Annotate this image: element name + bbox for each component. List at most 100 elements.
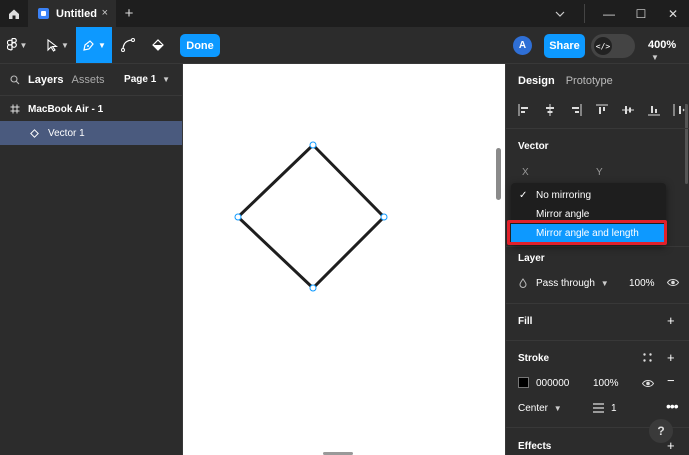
align-right-icon xyxy=(572,104,582,116)
tab-close-button[interactable]: × xyxy=(102,7,108,19)
stroke-styles-icon[interactable] xyxy=(643,353,652,362)
frame-icon xyxy=(10,104,20,114)
fill-section-title: Fill xyxy=(518,316,533,327)
left-panel-tabs: Layers Assets Page 1 ▼ xyxy=(0,64,182,96)
align-top-button[interactable] xyxy=(592,100,612,120)
stroke-weight-icon xyxy=(593,403,604,413)
layer-row-frame[interactable]: MacBook Air - 1 xyxy=(0,97,182,121)
dev-mode-toggle[interactable]: </> xyxy=(591,34,635,58)
layer-section-title: Layer xyxy=(518,253,545,264)
zoom-level: 400% xyxy=(648,39,677,51)
tabs-dropdown-button[interactable] xyxy=(544,0,576,27)
add-effect-button[interactable]: + xyxy=(667,439,675,452)
vector-shape[interactable] xyxy=(183,64,505,455)
minimize-button[interactable]: — xyxy=(593,0,625,27)
layer-label: Vector 1 xyxy=(48,127,85,139)
remove-stroke-button[interactable]: − xyxy=(667,374,675,387)
help-button[interactable]: ? xyxy=(649,419,673,443)
blend-mode-dropdown[interactable]: Pass through ▼ xyxy=(536,278,609,289)
figma-file-icon xyxy=(38,8,49,19)
chevron-down-icon: ▼ xyxy=(19,40,28,50)
menu-item-no-mirroring[interactable]: ✓ No mirroring xyxy=(511,186,666,205)
vector-point xyxy=(234,213,242,221)
layer-label: MacBook Air - 1 xyxy=(28,103,104,115)
menu-item-label: Mirror angle xyxy=(536,209,590,220)
tab-design[interactable]: Design xyxy=(518,75,555,87)
stroke-weight-input[interactable]: 1 xyxy=(611,403,617,414)
zoom-dropdown[interactable]: 400% ▼ xyxy=(648,39,689,63)
layers-panel: Layers Assets Page 1 ▼ MacBook Air - 1 V… xyxy=(0,64,183,455)
design-canvas[interactable] xyxy=(183,64,505,455)
figma-logo-icon xyxy=(6,38,17,51)
toolbar: ▼ ▼ ▼ Done A Share </> 400% ▼ xyxy=(0,27,689,64)
paint-bucket-icon xyxy=(152,39,164,51)
vertical-scrollbar[interactable] xyxy=(496,148,501,200)
right-panel-tabs: Design Prototype xyxy=(518,75,613,87)
window-controls: — ☐ ✕ xyxy=(544,0,689,27)
tab-title: Untitled xyxy=(56,7,97,20)
new-tab-button[interactable]: + xyxy=(116,0,142,27)
alignment-toolbar xyxy=(514,100,689,120)
pen-tool-button[interactable]: ▼ xyxy=(76,27,112,63)
page-selector[interactable]: Page 1 ▼ xyxy=(124,74,170,85)
eye-icon[interactable] xyxy=(642,379,654,388)
stroke-color-swatch[interactable] xyxy=(518,377,529,388)
tab-assets[interactable]: Assets xyxy=(71,74,104,86)
title-bar: Untitled × + — ☐ ✕ xyxy=(0,0,689,27)
add-stroke-button[interactable]: + xyxy=(667,351,675,364)
stroke-position-label: Center xyxy=(518,403,549,414)
align-center-v-icon xyxy=(622,106,634,114)
share-button[interactable]: Share xyxy=(544,34,585,58)
vector-point xyxy=(309,141,317,149)
stroke-opacity-input[interactable]: 100% xyxy=(593,378,619,389)
close-window-button[interactable]: ✕ xyxy=(657,0,689,27)
align-horizontal-center-button[interactable] xyxy=(540,100,560,120)
chevron-down-icon xyxy=(555,11,565,17)
tab-layers[interactable]: Layers xyxy=(28,74,63,86)
done-button[interactable]: Done xyxy=(180,34,220,57)
home-button[interactable] xyxy=(0,0,28,27)
file-tab[interactable]: Untitled × xyxy=(28,0,116,27)
chevron-down-icon: ▼ xyxy=(553,404,562,413)
stroke-position-dropdown[interactable]: Center ▼ xyxy=(518,403,562,414)
align-vertical-center-button[interactable] xyxy=(618,100,638,120)
chevron-down-icon: ▼ xyxy=(61,40,69,50)
align-bottom-button[interactable] xyxy=(644,100,664,120)
home-icon xyxy=(9,9,19,19)
y-label: Y xyxy=(596,167,603,178)
align-bottom-icon xyxy=(648,106,660,116)
align-left-button[interactable] xyxy=(514,100,534,120)
add-fill-button[interactable]: + xyxy=(667,314,675,327)
cursor-arrow-icon xyxy=(47,38,59,52)
stroke-color-hex[interactable]: 000000 xyxy=(536,378,569,389)
panel-scrollbar[interactable] xyxy=(685,104,688,184)
page-label: Page 1 xyxy=(124,74,157,85)
menu-item-label: No mirroring xyxy=(536,190,592,201)
divider xyxy=(506,303,689,304)
bend-tool-button[interactable] xyxy=(116,27,140,63)
move-tool-button[interactable]: ▼ xyxy=(44,27,72,63)
chevron-down-icon: ▼ xyxy=(651,53,659,62)
code-icon: </> xyxy=(594,37,612,55)
divider xyxy=(584,4,585,23)
divider xyxy=(506,128,689,129)
align-right-button[interactable] xyxy=(566,100,586,120)
layer-opacity-input[interactable]: 100% xyxy=(629,278,655,289)
layer-row-vector[interactable]: Vector 1 xyxy=(0,121,182,145)
avatar[interactable]: A xyxy=(513,36,532,55)
main-menu-button[interactable]: ▼ xyxy=(4,27,30,63)
paint-bucket-tool-button[interactable] xyxy=(146,27,170,63)
vector-icon xyxy=(30,128,39,138)
properties-panel: Design Prototype Vector X Y Layer Pass t… xyxy=(505,64,689,455)
more-options-icon[interactable]: ••• xyxy=(666,399,679,413)
pen-icon xyxy=(83,39,94,51)
vector-point xyxy=(380,213,388,221)
vector-section-title: Vector xyxy=(518,141,549,152)
eye-icon[interactable] xyxy=(667,278,679,287)
stroke-section-title: Stroke xyxy=(518,353,550,364)
maximize-button[interactable]: ☐ xyxy=(625,0,657,27)
tab-prototype[interactable]: Prototype xyxy=(566,75,613,87)
chevron-down-icon: ▼ xyxy=(162,75,170,84)
effects-section-title: Effects xyxy=(518,441,552,452)
search-icon[interactable] xyxy=(10,74,20,85)
